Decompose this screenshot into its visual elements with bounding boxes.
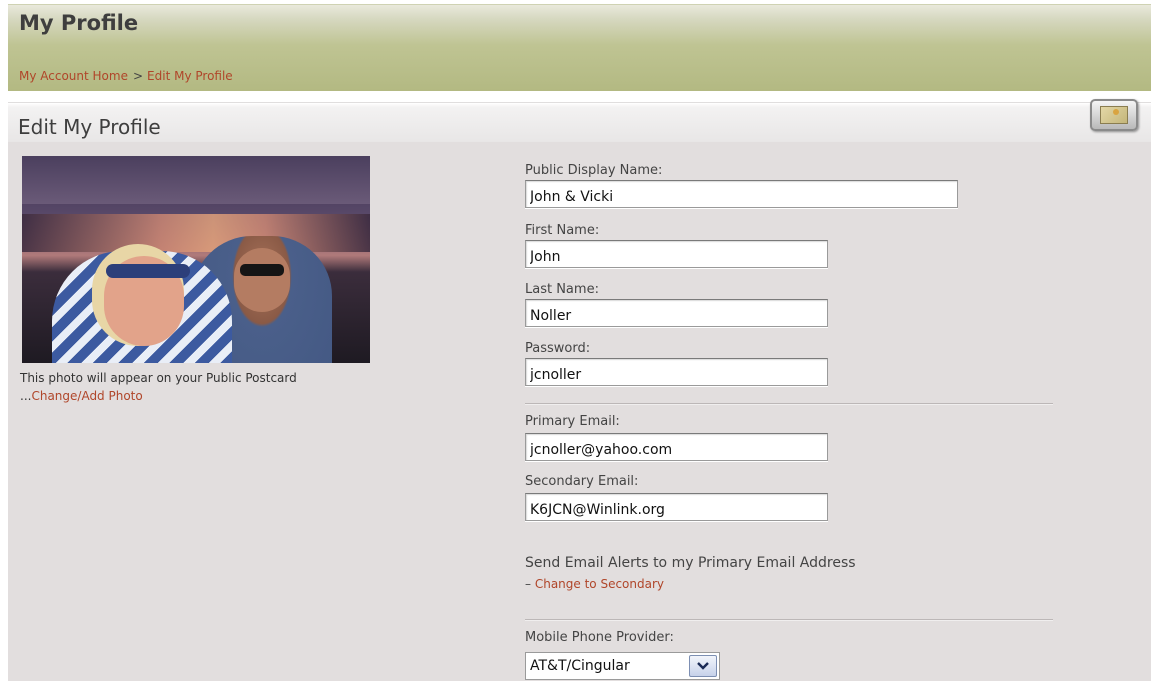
primary-email-field[interactable] [525, 433, 828, 461]
email-alerts-change: – Change to Secondary [525, 577, 664, 591]
form-divider [525, 619, 1053, 620]
email-alerts-prefix: – [525, 577, 535, 591]
mobile-provider-label: Mobile Phone Provider: [525, 630, 674, 645]
chevron-down-icon[interactable] [689, 655, 717, 677]
change-to-secondary-link[interactable]: Change to Secondary [535, 577, 664, 591]
last-name-field[interactable] [525, 299, 828, 327]
first-name-field[interactable] [525, 240, 828, 268]
section-title: Edit My Profile [18, 115, 161, 139]
last-name-label: Last Name: [525, 282, 599, 297]
page-title: My Profile [19, 11, 139, 35]
map-icon[interactable] [1090, 99, 1138, 131]
first-name-label: First Name: [525, 223, 600, 238]
breadcrumb-separator: > [132, 69, 144, 83]
password-field[interactable] [525, 358, 828, 386]
mobile-provider-select[interactable]: AT&T/Cingular [525, 652, 720, 680]
form-divider [525, 403, 1053, 404]
email-alerts-text: Send Email Alerts to my Primary Email Ad… [525, 555, 856, 571]
profile-photo [22, 156, 370, 363]
mobile-provider-value: AT&T/Cingular [530, 658, 630, 674]
section-bar: Edit My Profile [8, 99, 1151, 143]
content-panel: This photo will appear on your Public Po… [8, 142, 1151, 681]
change-photo-link[interactable]: Change/Add Photo [31, 389, 142, 403]
map-icon-screen [1100, 106, 1128, 124]
display-name-label: Public Display Name: [525, 163, 663, 178]
password-label: Password: [525, 341, 591, 356]
secondary-email-label: Secondary Email: [525, 474, 639, 489]
display-name-field[interactable] [525, 180, 958, 208]
photo-caption: This photo will appear on your Public Po… [20, 369, 350, 405]
page-header: My Profile My Account Home > Edit My Profi… [8, 4, 1151, 91]
secondary-email-field[interactable] [525, 493, 828, 521]
breadcrumb: My Account Home > Edit My Profile [19, 69, 233, 83]
primary-email-label: Primary Email: [525, 414, 620, 429]
breadcrumb-current-link[interactable]: Edit My Profile [147, 69, 233, 83]
breadcrumb-home-link[interactable]: My Account Home [19, 69, 128, 83]
